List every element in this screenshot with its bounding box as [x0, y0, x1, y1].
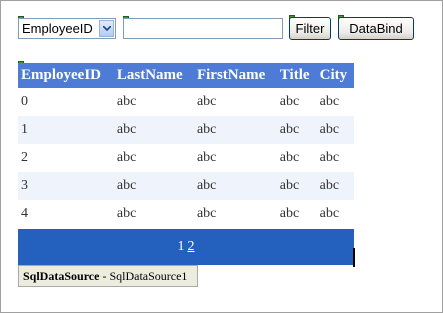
table-cell: abc — [193, 200, 277, 228]
table-cell: abc — [316, 88, 354, 116]
table-cell: abc — [276, 88, 317, 116]
table-cell: abc — [113, 144, 194, 172]
table-cell: abc — [276, 172, 317, 200]
pager-page-link[interactable]: 2 — [188, 239, 195, 254]
field-select[interactable]: EmployeeID — [18, 18, 116, 39]
table-cell: abc — [193, 116, 277, 144]
datasource-control[interactable]: SqlDataSource - SqlDataSource1 — [18, 265, 198, 287]
resize-handle[interactable] — [353, 248, 355, 267]
grid-pager: 12 — [18, 229, 354, 265]
table-row[interactable]: 0 abc abc abc abc — [18, 88, 354, 116]
column-header[interactable]: City — [316, 63, 354, 88]
dropdown-button[interactable] — [99, 20, 114, 37]
table-row[interactable]: 3 abc abc abc abc — [18, 172, 354, 200]
table-cell: abc — [316, 144, 354, 172]
table-cell: abc — [113, 172, 194, 200]
table-cell: abc — [316, 200, 354, 228]
table-row[interactable]: 2 abc abc abc abc — [18, 144, 354, 172]
table-cell: abc — [193, 88, 277, 116]
table-cell: 4 — [18, 200, 114, 228]
datasource-separator: - — [99, 269, 110, 283]
column-header[interactable]: Title — [276, 63, 317, 88]
table-cell: abc — [113, 116, 194, 144]
table-cell: 3 — [18, 172, 114, 200]
table-row[interactable]: 4 abc abc abc abc — [18, 200, 354, 228]
filter-button[interactable]: Filter — [289, 17, 331, 40]
column-header[interactable]: FirstName — [193, 63, 277, 88]
table-cell: 1 — [18, 116, 114, 144]
table-cell: abc — [193, 144, 277, 172]
table-cell: abc — [193, 172, 277, 200]
column-header[interactable]: LastName — [113, 63, 194, 88]
table-cell: abc — [316, 116, 354, 144]
field-select-value: EmployeeID — [22, 21, 93, 36]
table-cell: abc — [113, 88, 194, 116]
table-row[interactable]: 1 abc abc abc abc — [18, 116, 354, 144]
column-header[interactable]: EmployeeID — [18, 63, 114, 88]
table-cell: abc — [276, 200, 317, 228]
databind-button[interactable]: DataBind — [338, 17, 414, 40]
filter-input[interactable] — [123, 18, 283, 39]
table-cell: abc — [276, 116, 317, 144]
employees-grid[interactable]: EmployeeID LastName FirstName Title City… — [18, 63, 354, 228]
table-cell: abc — [276, 144, 317, 172]
table-cell: 0 — [18, 88, 114, 116]
datasource-type: SqlDataSource — [23, 269, 100, 283]
table-cell: 2 — [18, 144, 114, 172]
table-cell: abc — [113, 200, 194, 228]
datasource-id: SqlDataSource1 — [109, 269, 188, 283]
pager-current-page: 1 — [177, 239, 185, 254]
chevron-down-icon — [103, 26, 111, 31]
table-cell: abc — [316, 172, 354, 200]
designer-surface: EmployeeID Filter DataBind EmployeeID La… — [0, 0, 443, 313]
grid-header-row: EmployeeID LastName FirstName Title City — [18, 63, 354, 88]
